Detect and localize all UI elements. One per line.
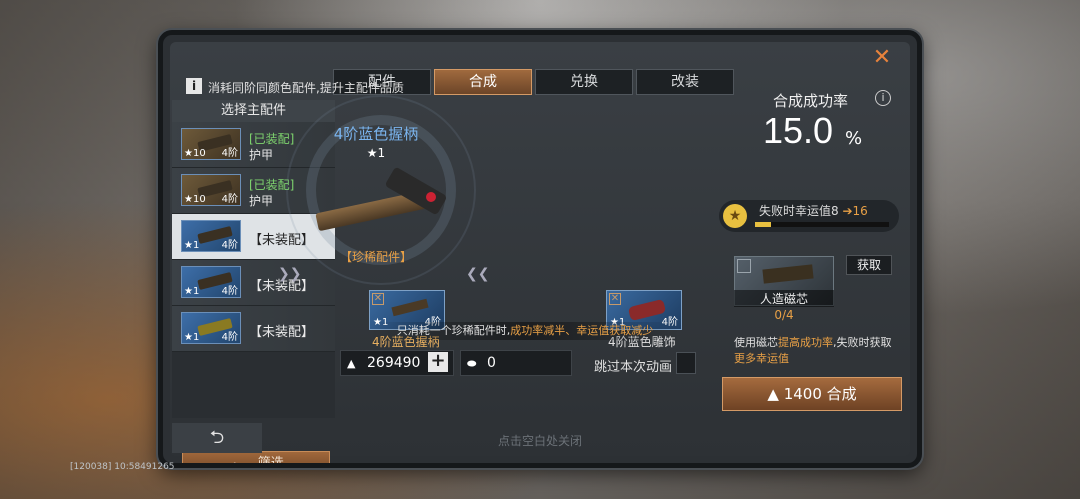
luck-meter: ★ 失败时幸运值8 ➔16	[719, 200, 899, 232]
tab-modify[interactable]: 改装	[636, 69, 734, 95]
skip-animation-label: 跳过本次动画	[594, 360, 673, 375]
acquire-button[interactable]: 获取	[846, 255, 892, 275]
main-part-name: 4阶蓝色握柄	[333, 125, 419, 143]
add-currency-button[interactable]: +	[428, 352, 448, 372]
close-icon[interactable]: ✕	[869, 45, 895, 71]
token-icon: ⬬	[467, 357, 477, 370]
grip-icon	[315, 166, 456, 240]
luck-text: 失败时幸运值8 ➔16	[759, 204, 868, 218]
rate-unit: %	[845, 128, 863, 149]
token-display: ⬬ 0	[460, 350, 572, 376]
chevron-up-icon: ︽	[228, 456, 242, 468]
rate-label: 合成成功率	[773, 92, 849, 110]
core-count: 0/4	[774, 308, 794, 322]
info-icon[interactable]: i	[875, 90, 891, 106]
rate-value: 15.0	[763, 110, 834, 151]
remove-icon[interactable]: ✕	[372, 293, 384, 305]
core-checkbox[interactable]	[737, 259, 751, 273]
hud-status: [120038] 10:58491265	[70, 462, 175, 472]
remove-icon[interactable]: ✕	[609, 293, 621, 305]
star-icon: ★	[723, 204, 747, 228]
chevron-icon: ❯❯	[278, 266, 302, 282]
core-description: 使用磁芯提高成功率,失败时获取更多幸运值	[734, 336, 892, 365]
currency-icon: ▲	[347, 357, 356, 370]
close-hint: 点击空白处关闭	[497, 434, 582, 448]
chevron-icon: ❮❮	[466, 266, 490, 282]
warning-text: 只消耗一个珍稀配件时,成功率减半、幸运值获取减少	[370, 322, 680, 340]
currency-icon: ▲	[767, 385, 779, 403]
magnet-core-icon	[762, 264, 814, 284]
core-name: 人造磁芯	[734, 290, 834, 307]
filter-button[interactable]: ︽ 筛选	[182, 451, 330, 468]
rarity-tag: 【珍稀配件】	[339, 250, 412, 264]
main-part-stars: ★1	[366, 146, 386, 160]
skip-animation-checkbox[interactable]	[676, 352, 696, 374]
synthesize-button[interactable]: ▲ 1400 合成	[722, 377, 902, 411]
luck-bar	[755, 222, 889, 227]
